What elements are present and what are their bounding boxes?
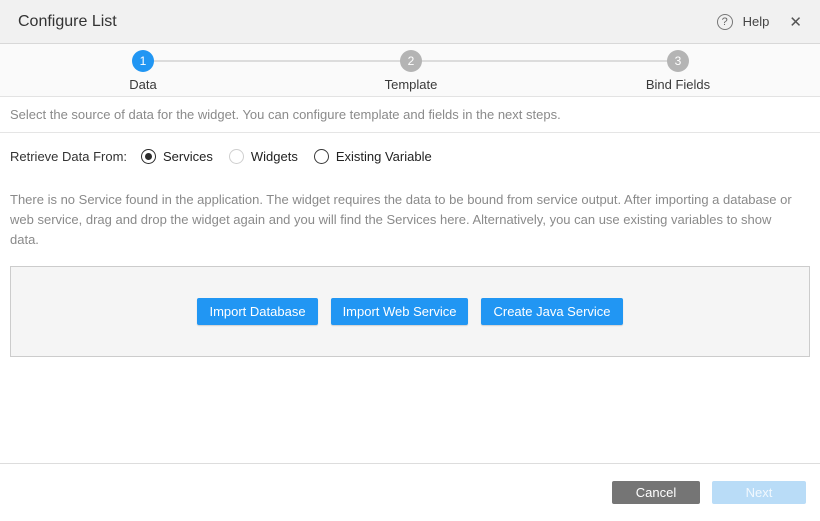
- dialog-footer: Cancel Next: [0, 463, 820, 521]
- step-1-circle[interactable]: 1: [132, 50, 154, 72]
- radio-widgets[interactable]: Widgets: [229, 149, 298, 164]
- header-actions: ? Help ✕: [717, 13, 802, 31]
- radio-existing-variable-circle[interactable]: [314, 149, 329, 164]
- import-web-service-button[interactable]: Import Web Service: [331, 298, 469, 325]
- help-link[interactable]: Help: [743, 14, 770, 29]
- dialog-header: Configure List ? Help ✕: [0, 0, 820, 44]
- step-description-text: Select the source of data for the widget…: [10, 107, 561, 122]
- radio-existing-variable[interactable]: Existing Variable: [314, 149, 432, 164]
- import-database-button[interactable]: Import Database: [197, 298, 317, 325]
- next-button[interactable]: Next: [712, 481, 806, 504]
- configure-list-dialog: Configure List ? Help ✕ 1 Data 2 Templat…: [0, 0, 820, 521]
- help-icon[interactable]: ?: [717, 14, 733, 30]
- radio-services-circle[interactable]: [141, 149, 156, 164]
- retrieve-data-row: Retrieve Data From: Services Widgets Exi…: [0, 133, 820, 180]
- radio-widgets-circle[interactable]: [229, 149, 244, 164]
- step-2-label: Template: [341, 77, 481, 92]
- service-actions-panel: Import Database Import Web Service Creat…: [10, 266, 810, 357]
- page-title: Configure List: [18, 13, 117, 31]
- retrieve-data-label: Retrieve Data From:: [10, 149, 141, 164]
- wizard-stepper: 1 Data 2 Template 3 Bind Fields: [0, 44, 820, 97]
- data-source-radio-group: Services Widgets Existing Variable: [141, 149, 432, 164]
- no-service-message: There is no Service found in the applica…: [0, 180, 812, 250]
- radio-services[interactable]: Services: [141, 149, 213, 164]
- step-2-circle[interactable]: 2: [400, 50, 422, 72]
- radio-widgets-label: Widgets: [251, 149, 298, 164]
- radio-existing-variable-label: Existing Variable: [336, 149, 432, 164]
- close-icon[interactable]: ✕: [789, 13, 802, 31]
- create-java-service-button[interactable]: Create Java Service: [481, 298, 622, 325]
- step-3-label: Bind Fields: [608, 77, 748, 92]
- step-description-row: Select the source of data for the widget…: [0, 97, 820, 133]
- radio-services-label: Services: [163, 149, 213, 164]
- step-3-circle[interactable]: 3: [667, 50, 689, 72]
- step-1-label: Data: [73, 77, 213, 92]
- cancel-button[interactable]: Cancel: [612, 481, 700, 504]
